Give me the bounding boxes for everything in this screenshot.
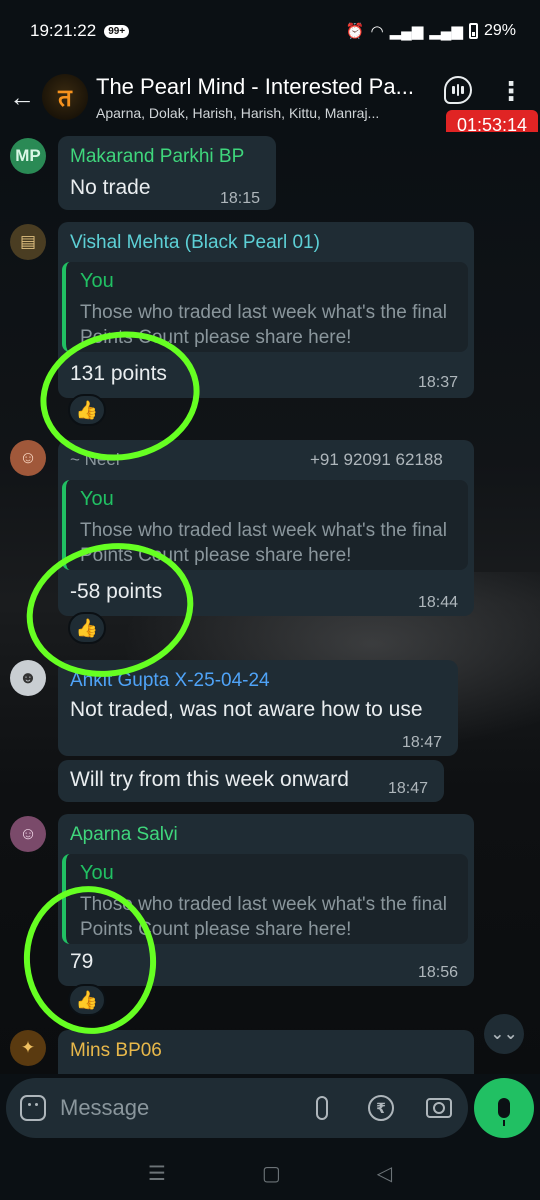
message-time: 18:44 [418,594,459,611]
avatar-makarand[interactable]: MP [10,138,46,174]
alarm-icon: ⏰ [345,23,365,40]
sender-phone: +91 92091 62188 [310,450,443,469]
quote-text: Those who traded last week what's the fi… [80,302,447,348]
message-text: Will try from this week onward [70,768,349,791]
message-composer: ₹ [6,1078,468,1138]
avatar-vishal[interactable]: ▤ [10,224,46,260]
thumbs-up-icon: 👍 [75,989,99,1010]
chat-area[interactable]: MP Makarand Parkhi BP No trade 18:15 ▤ V… [0,132,540,1074]
sender-name[interactable]: Aparna Salvi [70,824,178,846]
double-chevron-down-icon: ⌄⌄ [490,1026,518,1043]
message-bubble[interactable]: Ankit Gupta X-25-04-24 Not traded, was n… [58,660,458,756]
voice-call-icon[interactable] [444,76,472,104]
sender-name[interactable]: Makarand Parkhi BP [70,146,244,168]
wifi-icon: ◠ [370,23,384,40]
voice-message-button[interactable] [474,1078,534,1138]
message-bubble[interactable]: Vishal Mehta (Black Pearl 01) You Those … [58,222,474,398]
sender-name[interactable]: Vishal Mehta (Black Pearl 01) [70,232,320,254]
back-icon[interactable]: ◁ [377,1161,392,1186]
message-text: -58 points [70,580,163,603]
avatar-neel[interactable]: ☺ [10,440,46,476]
avatar-image: ☺ [19,824,37,843]
system-nav-bar: ☰ ▢ ◁ [0,1146,540,1200]
reaction-thumbs-up[interactable]: 👍 [68,984,106,1016]
message-bubble[interactable]: Makarand Parkhi BP No trade 18:15 [58,136,276,210]
avatar-initials: MP [15,146,41,165]
chat-members: Aparna, Dolak, Harish, Harish, Kittu, Ma… [96,104,380,121]
scroll-to-bottom-button[interactable]: ⌄⌄ [484,1014,524,1054]
avatar-image: ☺ [19,448,37,467]
sender-name[interactable]: Ankit Gupta X-25-04-24 [70,670,270,692]
message-time: 18:15 [220,190,261,207]
sender-name[interactable]: ~ Neel [70,450,120,470]
avatar-image: ☻ [19,668,37,687]
chat-header: ← त The Pearl Mind - Interested Pa... Ap… [0,62,540,140]
thumbs-up-icon: 👍 [75,399,99,420]
message-input[interactable] [60,1095,290,1121]
attach-icon[interactable] [316,1096,328,1120]
battery-level: 29% [483,22,516,39]
battery-icon [468,23,478,39]
signal-icon: ▂▄▆ [389,23,424,40]
quote-author: You [80,270,114,292]
message-text: Not traded, was not aware how to use [70,698,423,721]
message-time: 18:37 [418,374,459,391]
avatar-ankit[interactable]: ☻ [10,660,46,696]
thumbs-up-icon: 👍 [75,617,99,638]
emoji-icon[interactable] [20,1095,46,1121]
group-avatar[interactable]: त [42,74,88,120]
chat-title: The Pearl Mind - Interested Pa... [96,73,414,99]
message-text: 79 [70,950,94,973]
rupee-payment-icon[interactable]: ₹ [368,1095,394,1121]
status-time: 19:21:22 [30,21,97,40]
recent-apps-icon[interactable]: ☰ [148,1161,166,1186]
quoted-message[interactable]: You Those who traded last week what's th… [62,262,468,352]
message-text: No trade [70,176,151,199]
quote-text: Those who traded last week what's the fi… [80,894,447,940]
status-bar: 19:21:22 99+ ⏰ ◠ ▂▄▆ ▂▄▆ 29% [0,0,540,62]
signal-icon-2: ▂▄▆ [429,23,463,40]
message-time: 18:47 [402,734,443,751]
message-bubble-followup[interactable]: Will try from this week onward 18:47 [58,760,444,802]
reaction-thumbs-up[interactable]: 👍 [68,394,106,426]
reaction-thumbs-up[interactable]: 👍 [68,612,106,644]
mic-icon [498,1098,510,1126]
back-arrow-icon[interactable]: ← [2,82,42,113]
avatar-aparna[interactable]: ☺ [10,816,46,852]
message-bubble[interactable]: Mins BP06 [58,1030,474,1074]
notification-badge: 99+ [104,24,130,38]
quote-author: You [80,488,114,510]
message-bubble[interactable]: Aparna Salvi You Those who traded last w… [58,814,474,986]
avatar-image: ✦ [20,1038,36,1057]
quote-text: Those who traded last week what's the fi… [80,520,447,566]
message-text: 131 points [70,362,167,385]
message-time: 18:56 [418,964,459,981]
group-avatar-letter: त [58,84,72,112]
quote-author: You [80,862,114,884]
sender-name[interactable]: Mins BP06 [70,1040,162,1062]
quoted-message[interactable]: You Those who traded last week what's th… [62,854,468,944]
home-icon[interactable]: ▢ [262,1161,281,1186]
message-time: 18:47 [388,780,429,797]
more-options-icon[interactable]: ⋮ [498,78,524,104]
message-bubble[interactable]: ~ Neel +91 92091 62188 You Those who tra… [58,440,474,616]
avatar-image: ▤ [19,232,37,251]
avatar-mins[interactable]: ✦ [10,1030,46,1066]
camera-icon[interactable] [426,1098,452,1118]
quoted-message[interactable]: You Those who traded last week what's th… [62,480,468,570]
